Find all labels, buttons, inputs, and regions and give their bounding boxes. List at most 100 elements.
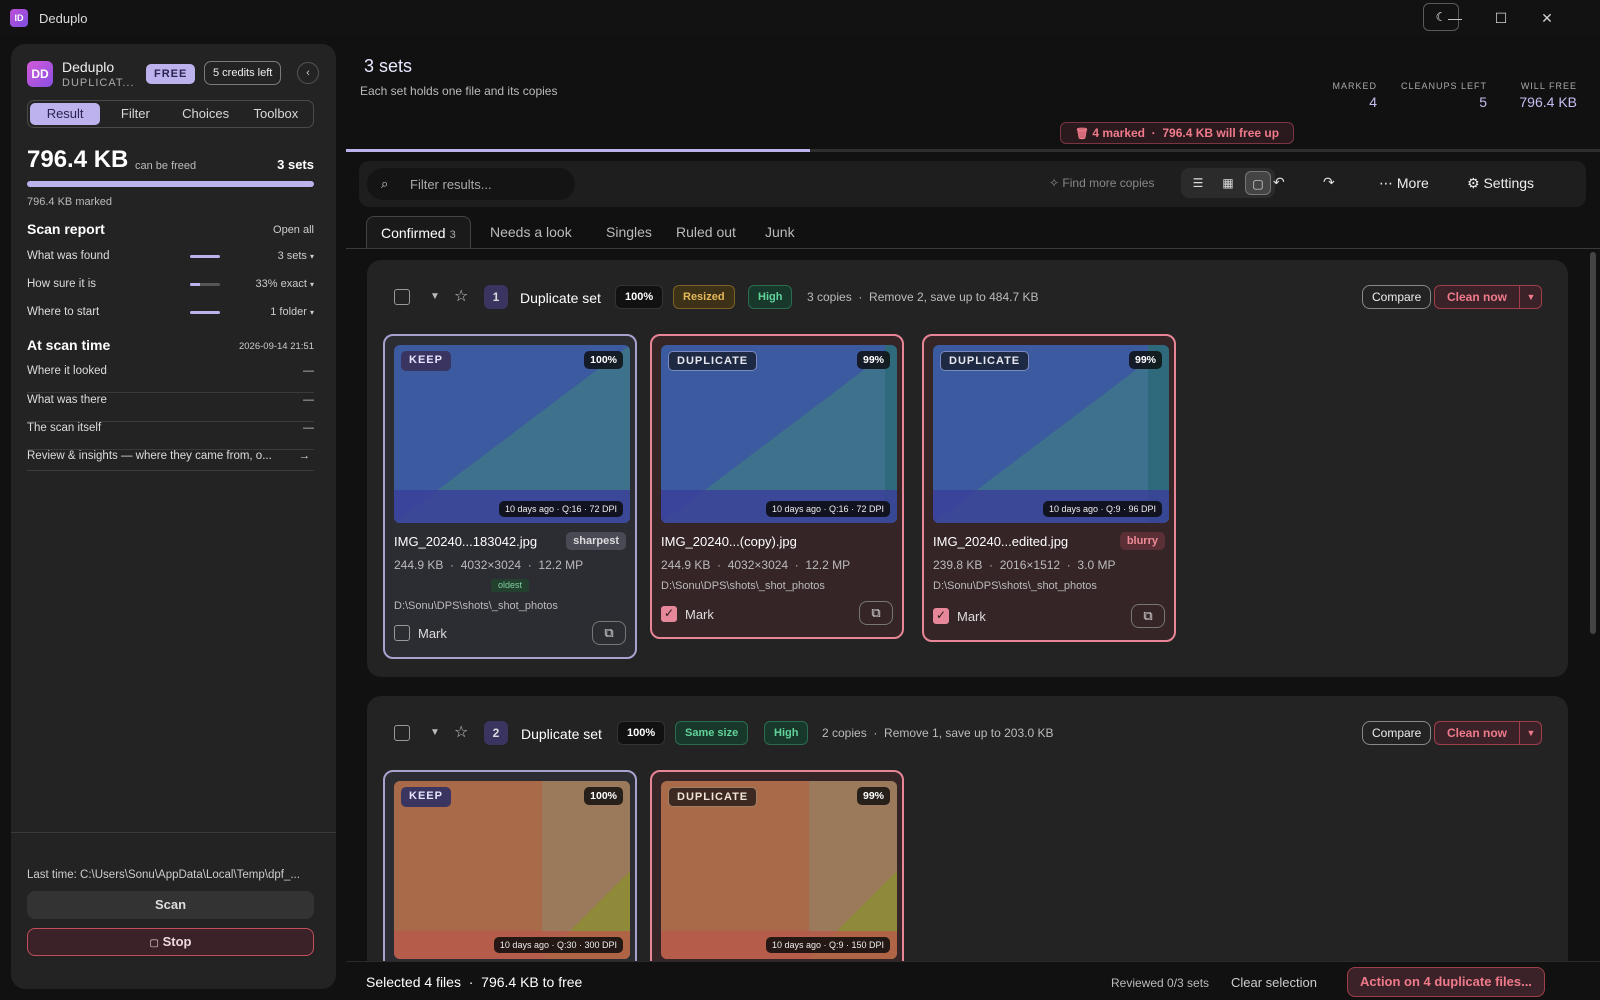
scan-time-value: — (303, 422, 314, 434)
image-thumbnail[interactable]: DUPLICATE 99% 10 days ago · Q:9 · 150 DP… (661, 781, 897, 959)
chevron-down-icon[interactable]: ▼ (1519, 286, 1542, 308)
stat-key: CLEANUPS LEFT (1400, 81, 1487, 91)
freed-progress-bar (27, 181, 314, 187)
stop-label: Stop (162, 934, 192, 949)
open-all-link[interactable]: Open all (273, 224, 314, 236)
thumbnail-image (661, 345, 897, 523)
file-card-duplicate[interactable]: DUPLICATE 99% 10 days ago · Q:9 · 150 DP… (650, 770, 904, 970)
card-view-icon[interactable]: ▢ (1245, 171, 1271, 195)
clean-now-button[interactable]: Clean now ▼ (1434, 721, 1542, 745)
insights-link[interactable]: Review & insights — where they came from… (27, 450, 314, 471)
tab-choices[interactable]: Choices (171, 103, 241, 125)
collapse-caret-icon[interactable]: ▼ (430, 727, 440, 738)
duplicate-badge: DUPLICATE (668, 787, 758, 807)
report-row-value-text: 3 sets (277, 250, 307, 262)
tab-junk[interactable]: Junk (751, 216, 809, 248)
sidebar-divider (11, 832, 336, 833)
app-icon: ID (10, 9, 28, 27)
mark-checkbox[interactable]: ✓ (661, 606, 677, 622)
report-row-sure[interactable]: How sure it is 33% exact ▾ (27, 278, 314, 298)
clean-now-button[interactable]: Clean now ▼ (1434, 285, 1542, 309)
open-external-icon[interactable]: ⧉ (1131, 604, 1165, 628)
select-set-checkbox[interactable] (394, 289, 410, 305)
action-on-duplicates-button[interactable]: Action on 4 duplicate files... (1347, 967, 1545, 997)
scrollbar[interactable] (1590, 252, 1596, 634)
open-external-icon[interactable]: ⧉ (592, 621, 626, 645)
more-button[interactable]: ⋯ More (1379, 175, 1429, 192)
tab-ruled-out[interactable]: Ruled out (662, 216, 750, 248)
report-row-start[interactable]: Where to start 1 folder ▾ (27, 306, 314, 326)
match-badge: 100% (617, 721, 666, 745)
mark-checkbox[interactable]: ✓ (933, 608, 949, 624)
undo-icon[interactable]: ↶ (1273, 174, 1285, 191)
set-title: Duplicate set (520, 290, 601, 306)
selection-summary: Selected 4 files · 796.4 KB to free (366, 974, 583, 990)
scan-time-row[interactable]: Where it looked — (27, 365, 314, 393)
free-up-banner[interactable]: 🗑 4 marked · 796.4 KB will free up (1060, 122, 1295, 144)
set-title: Duplicate set (521, 726, 602, 742)
collapse-caret-icon[interactable]: ▼ (430, 291, 440, 302)
review-progress-bar (346, 149, 1600, 152)
sets-count: 3 sets (277, 157, 314, 172)
stop-icon: ▢ (149, 938, 159, 949)
report-row-value: 1 folder ▾ (270, 306, 314, 318)
tab-confirmed[interactable]: Confirmed 3 (366, 216, 471, 248)
image-thumbnail[interactable]: KEEP 100% 10 days ago · Q:30 · 300 DPI (394, 781, 630, 959)
open-external-icon[interactable]: ⧉ (859, 601, 893, 625)
tab-result[interactable]: Result (30, 103, 101, 125)
confidence-badge: High (748, 285, 793, 309)
mark-checkbox[interactable] (394, 625, 410, 641)
collapse-sidebar-icon[interactable]: ‹ (297, 62, 319, 84)
search-input[interactable] (410, 168, 570, 200)
image-thumbnail[interactable]: DUPLICATE 99% 10 days ago · Q:9 · 96 DPI (933, 345, 1169, 523)
sparkle-icon: ✧ (1049, 176, 1060, 190)
compare-button[interactable]: Compare (1362, 285, 1432, 309)
file-card-keep[interactable]: KEEP 100% 10 days ago · Q:30 · 300 DPI (383, 770, 637, 970)
stat-value: 5 (1479, 94, 1487, 110)
tabs-divider (346, 248, 1600, 249)
image-thumbnail[interactable]: KEEP 100% 10 days ago · Q:16 · 72 DPI (394, 345, 630, 523)
credits-button[interactable]: 5 credits left (204, 61, 282, 85)
tab-singles[interactable]: Singles (592, 216, 666, 248)
scan-time-label: The scan itself (27, 422, 102, 434)
stat-key: MARKED (1332, 81, 1377, 91)
file-card-keep[interactable]: KEEP 100% 10 days ago · Q:16 · 72 DPI IM… (383, 334, 637, 659)
tab-needs-a-look[interactable]: Needs a look (476, 216, 586, 248)
tab-filter[interactable]: Filter (100, 103, 170, 125)
freeable-label: can be freed (135, 160, 197, 172)
set-number: 2 (484, 721, 508, 745)
scan-time-row[interactable]: The scan itself — (27, 422, 314, 450)
view-switcher: ☰ ▦ ▢ (1181, 168, 1275, 198)
minimize-icon[interactable]: — (1440, 6, 1470, 30)
close-icon[interactable]: ✕ (1532, 6, 1562, 30)
list-view-icon[interactable]: ☰ (1185, 171, 1211, 195)
report-row-found[interactable]: What was found 3 sets ▾ (27, 250, 314, 270)
stat-cleanups-left: CLEANUPS LEFT 5 (1387, 81, 1487, 110)
settings-button[interactable]: ⚙ Settings (1467, 175, 1534, 192)
file-card-duplicate[interactable]: DUPLICATE 99% 10 days ago · Q:16 · 72 DP… (650, 334, 904, 639)
search-box: ⌕ (367, 168, 575, 200)
star-icon[interactable]: ☆ (454, 722, 468, 742)
scan-time-row[interactable]: What was there — (27, 394, 314, 422)
oldest-badge: oldest (491, 579, 530, 592)
tab-toolbox[interactable]: Toolbox (241, 103, 311, 125)
find-more-button[interactable]: ✧ Find more copies (1049, 176, 1154, 190)
grid-view-icon[interactable]: ▦ (1215, 171, 1241, 195)
maximize-icon[interactable]: ☐ (1486, 6, 1516, 30)
redo-icon[interactable]: ↷ (1323, 174, 1335, 191)
mark-label: Mark (685, 607, 714, 622)
file-card-duplicate[interactable]: DUPLICATE 99% 10 days ago · Q:9 · 96 DPI… (922, 334, 1176, 642)
select-set-checkbox[interactable] (394, 725, 410, 741)
star-icon[interactable]: ☆ (454, 286, 468, 306)
image-thumbnail[interactable]: DUPLICATE 99% 10 days ago · Q:16 · 72 DP… (661, 345, 897, 523)
report-row-label: How sure it is (27, 278, 97, 290)
chevron-down-icon[interactable]: ▼ (1519, 722, 1542, 744)
scan-button[interactable]: Scan (27, 891, 314, 919)
stop-button[interactable]: ▢ Stop (27, 928, 314, 956)
compare-button[interactable]: Compare (1362, 721, 1432, 745)
stat-key: WILL FREE (1520, 81, 1577, 91)
free-up-text: 4 marked · 796.4 KB will free up (1092, 126, 1280, 140)
clear-selection-button[interactable]: Clear selection (1231, 975, 1317, 990)
similarity-badge: 100% (584, 351, 623, 369)
similarity-badge: 99% (856, 787, 890, 805)
